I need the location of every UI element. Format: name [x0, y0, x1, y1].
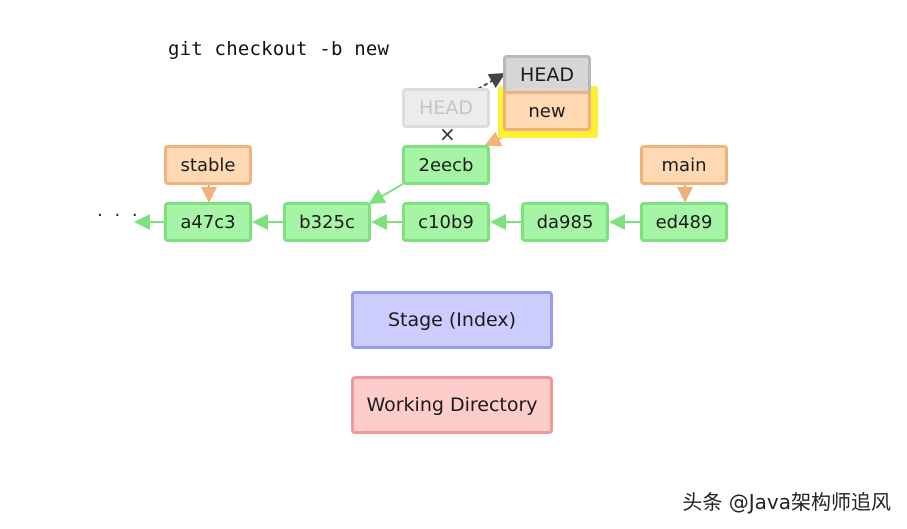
- commit-node[interactable]: b325c: [283, 202, 371, 242]
- commit-node[interactable]: 2eecb: [402, 145, 490, 185]
- head-current[interactable]: HEAD: [503, 55, 591, 95]
- commit-node[interactable]: da985: [521, 202, 609, 242]
- commit-node[interactable]: c10b9: [402, 202, 490, 242]
- working-directory-area: Working Directory: [351, 376, 553, 434]
- stage-index-area: Stage (Index): [351, 291, 553, 349]
- graph-edges: [134, 72, 693, 230]
- branch-stable[interactable]: stable: [164, 145, 252, 185]
- edge-2eecb-b325c: [368, 183, 404, 205]
- branch-new[interactable]: new: [503, 91, 591, 131]
- watermark: 头条 @Java架构师追风: [682, 490, 891, 514]
- history-ellipsis: · · ·: [97, 205, 141, 226]
- branch-main[interactable]: main: [640, 145, 728, 185]
- commit-node[interactable]: ed489: [640, 202, 728, 242]
- detached-cross-icon: ×: [439, 122, 456, 146]
- commit-node[interactable]: a47c3: [164, 202, 252, 242]
